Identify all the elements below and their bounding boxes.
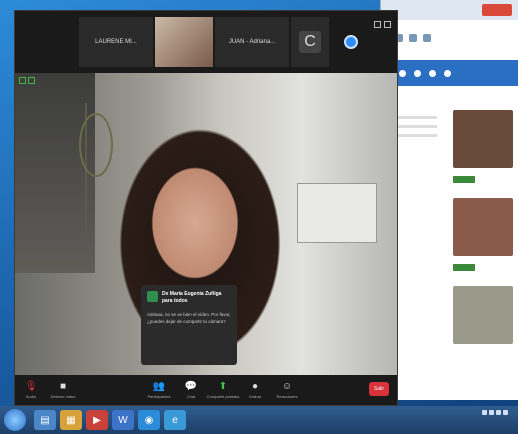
chat-sender: De María Eugenia Zuñiga para todos bbox=[162, 291, 222, 304]
feed-thumbnail[interactable] bbox=[453, 286, 513, 344]
participant-name: JUAN - Adriana... bbox=[228, 39, 276, 45]
participant-name: LAURENE MI... bbox=[95, 39, 137, 45]
text-line bbox=[395, 125, 437, 128]
leave-meeting-button[interactable]: Salir bbox=[369, 382, 389, 396]
feed-item[interactable] bbox=[453, 286, 515, 344]
background-window bbox=[15, 73, 95, 273]
media-icon: ▶ bbox=[93, 414, 101, 426]
stop-video-button[interactable]: ■ Detener video bbox=[47, 375, 79, 405]
toolbar-icon[interactable] bbox=[409, 34, 417, 42]
system-tray bbox=[482, 410, 512, 415]
nav-icon[interactable] bbox=[414, 69, 421, 77]
mute-button[interactable]: 🎙 Audio bbox=[15, 375, 47, 405]
reactions-icon: ☺ bbox=[281, 381, 293, 392]
browser-window[interactable] bbox=[380, 0, 518, 400]
taskbar-app-browser[interactable]: e bbox=[164, 410, 186, 430]
participant-strip: LAURENE MI... JUAN - Adriana... C bbox=[15, 11, 397, 73]
taskbar-app-explorer[interactable]: ▤ bbox=[34, 410, 56, 430]
browser-toolbar bbox=[395, 30, 518, 46]
files-icon: ▦ bbox=[66, 414, 76, 426]
feed-item[interactable] bbox=[453, 110, 515, 188]
control-label: Chat bbox=[186, 394, 196, 399]
chat-message: Adriana, no se ve bien el vídeo. Por fav… bbox=[147, 312, 231, 324]
participants-icon: 👥 bbox=[152, 381, 166, 392]
volume-icon[interactable] bbox=[496, 410, 501, 415]
mic-off-icon: 🎙 bbox=[24, 381, 38, 392]
tray-icon[interactable] bbox=[489, 410, 494, 415]
share-screen-icon: ⬆ bbox=[218, 381, 228, 392]
participant-tile[interactable] bbox=[331, 17, 371, 67]
browser-nav-bar bbox=[391, 60, 518, 86]
participant-tile[interactable]: LAURENE MI... bbox=[79, 17, 153, 67]
share-screen-button[interactable]: ⬆ Compartir pantalla bbox=[206, 375, 240, 405]
feed-thumbnail[interactable] bbox=[453, 198, 513, 256]
text-line bbox=[395, 134, 437, 137]
control-label: Compartir pantalla bbox=[206, 394, 240, 399]
record-button[interactable]: ● Grabar bbox=[239, 375, 271, 405]
background-plant bbox=[79, 103, 121, 233]
taskbar-app-word[interactable]: W bbox=[112, 410, 134, 430]
taskbar-app-files[interactable]: ▦ bbox=[60, 410, 82, 430]
browser-window-controls[interactable] bbox=[482, 4, 512, 16]
connection-icon bbox=[28, 77, 35, 84]
feed-tag bbox=[453, 176, 475, 183]
zoom-icon: ◉ bbox=[144, 414, 154, 426]
participants-button[interactable]: 👥 Participantes bbox=[143, 375, 175, 405]
nav-icon[interactable] bbox=[444, 69, 451, 77]
nav-icon[interactable] bbox=[429, 69, 436, 77]
control-label: Reacciones bbox=[276, 394, 298, 399]
chat-button[interactable]: 💬 Chat bbox=[175, 375, 207, 405]
control-label: Audio bbox=[25, 394, 37, 399]
browser-content-column bbox=[391, 110, 441, 400]
start-button[interactable] bbox=[4, 409, 26, 431]
video-icon: ■ bbox=[59, 381, 67, 392]
connection-indicator bbox=[19, 77, 35, 84]
participant-avatar-icon bbox=[344, 35, 358, 49]
browser-icon: e bbox=[172, 414, 178, 426]
record-icon: ● bbox=[251, 381, 259, 392]
taskbar-app-media[interactable]: ▶ bbox=[86, 410, 108, 430]
network-icon[interactable] bbox=[503, 410, 508, 415]
nav-icon[interactable] bbox=[399, 69, 406, 77]
folder-icon: ▤ bbox=[40, 414, 50, 426]
view-options[interactable] bbox=[374, 21, 391, 28]
word-icon: W bbox=[118, 414, 128, 426]
feed-item[interactable] bbox=[453, 198, 515, 276]
chat-notification[interactable]: De María Eugenia Zuñiga para todos Adria… bbox=[141, 285, 237, 365]
reactions-button[interactable]: ☺ Reacciones bbox=[271, 375, 303, 405]
participant-tile[interactable]: C bbox=[291, 17, 329, 67]
feed-thumbnail[interactable] bbox=[453, 110, 513, 168]
control-label: Grabar bbox=[248, 394, 262, 399]
participant-video-tile[interactable] bbox=[155, 17, 213, 67]
control-label: Detener video bbox=[50, 394, 76, 399]
feed-tag bbox=[453, 264, 475, 271]
text-line bbox=[395, 116, 437, 119]
chat-icon bbox=[147, 291, 158, 302]
tray-icon[interactable] bbox=[482, 410, 487, 415]
taskbar-app-zoom[interactable]: ◉ bbox=[138, 410, 160, 430]
participant-tile[interactable]: JUAN - Adriana... bbox=[215, 17, 289, 67]
news-feed bbox=[453, 110, 515, 354]
control-label: Participantes bbox=[147, 394, 171, 399]
background-shelf bbox=[297, 183, 377, 243]
fullscreen-icon[interactable] bbox=[384, 21, 391, 28]
taskbar: ▤ ▦ ▶ W ◉ e bbox=[0, 406, 518, 434]
meeting-control-bar: 🎙 Audio ■ Detener video 👥 Participantes … bbox=[15, 375, 397, 405]
tray-icons[interactable] bbox=[482, 410, 508, 415]
participant-avatar: C bbox=[299, 31, 321, 53]
gallery-view-icon[interactable] bbox=[374, 21, 381, 28]
meeting-window[interactable]: LAURENE MI... JUAN - Adriana... C De Mar… bbox=[14, 10, 398, 406]
chat-bubble-icon: 💬 bbox=[184, 381, 198, 392]
speaker-video: De María Eugenia Zuñiga para todos Adria… bbox=[15, 73, 397, 379]
connection-icon bbox=[19, 77, 26, 84]
toolbar-icon[interactable] bbox=[423, 34, 431, 42]
